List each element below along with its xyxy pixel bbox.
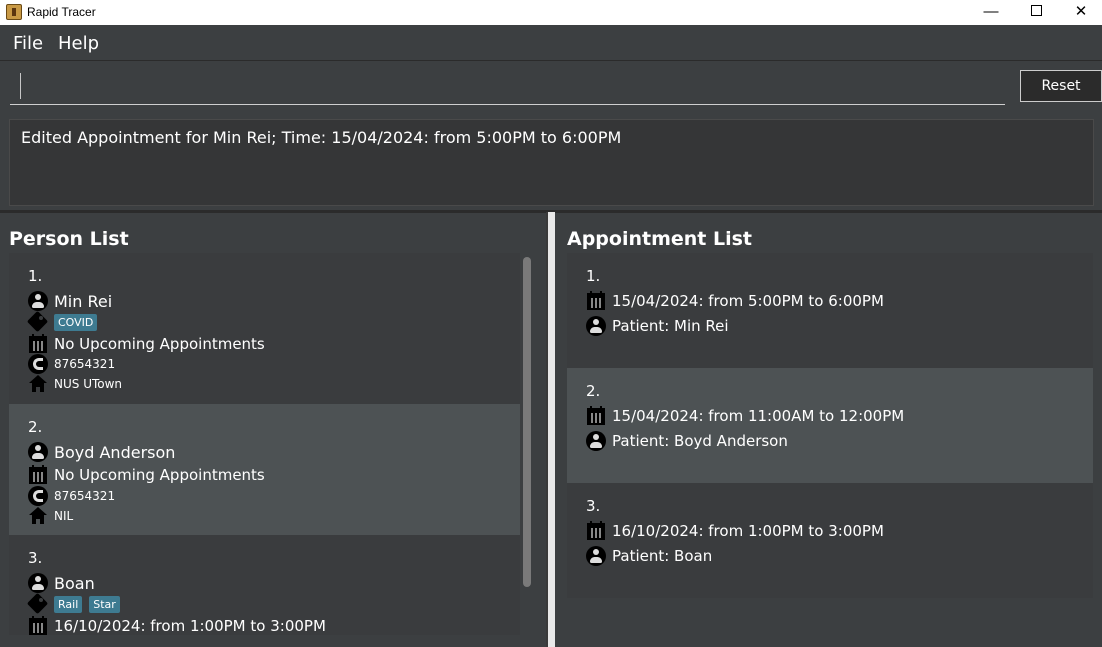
calendar-icon <box>586 521 606 541</box>
person-index: 1. <box>28 267 43 285</box>
person-appointment: No Upcoming Appointments <box>54 466 265 484</box>
minimize-button[interactable]: — <box>968 0 1014 25</box>
appointment-card[interactable]: 3. 16/10/2024: from 1:00PM to 3:00PM Pat… <box>567 483 1093 598</box>
minimize-icon: — <box>983 3 999 20</box>
home-icon <box>28 374 48 394</box>
calendar-icon <box>28 616 48 635</box>
person-icon <box>586 316 606 336</box>
phone-icon <box>28 486 48 506</box>
person-icon <box>586 546 606 566</box>
person-card[interactable]: 2. Boyd Anderson No Upcoming Appointment… <box>9 404 520 535</box>
home-icon <box>28 506 48 526</box>
appointment-list: 1. 15/04/2024: from 5:00PM to 6:00PM Pat… <box>567 253 1093 598</box>
person-list-scrollbar[interactable] <box>520 253 534 635</box>
person-phone: 87654321 <box>54 357 116 371</box>
window-title: Rapid Tracer <box>27 5 96 19</box>
person-name: Min Rei <box>54 291 113 311</box>
person-tag: Star <box>89 595 120 613</box>
maximize-button[interactable] <box>1013 0 1059 25</box>
person-appointment: 16/10/2024: from 1:00PM to 3:00PM <box>54 617 326 635</box>
result-text: Edited Appointment for Min Rei; Time: 15… <box>21 128 622 147</box>
phone-icon <box>28 354 48 374</box>
appointment-index: 3. <box>586 497 601 515</box>
appointment-time: 15/04/2024: from 11:00AM to 12:00PM <box>612 407 905 425</box>
person-appointment: No Upcoming Appointments <box>54 335 265 353</box>
calendar-icon <box>28 334 48 354</box>
person-address: NIL <box>54 509 74 523</box>
person-index: 3. <box>28 549 43 567</box>
scrollbar-thumb[interactable] <box>523 257 531 587</box>
calendar-icon <box>586 291 606 311</box>
tag-icon <box>26 592 49 615</box>
menu-file[interactable]: File <box>13 33 43 54</box>
person-card[interactable]: 1. Min Rei COVID No Upcoming Appointment… <box>9 253 520 404</box>
close-icon: ✕ <box>1074 3 1088 20</box>
text-cursor <box>20 73 21 99</box>
appointment-patient: Patient: Boan <box>612 547 713 565</box>
appointment-index: 2. <box>586 382 601 400</box>
close-button[interactable]: ✕ <box>1058 0 1102 25</box>
appointment-card[interactable]: 1. 15/04/2024: from 5:00PM to 6:00PM Pat… <box>567 253 1093 368</box>
person-phone: 87654321 <box>54 489 116 503</box>
person-list: 1. Min Rei COVID No Upcoming Appointment… <box>9 253 534 635</box>
menu-help[interactable]: Help <box>58 33 99 54</box>
app-logo-icon <box>6 4 22 20</box>
person-icon <box>586 431 606 451</box>
appointment-card[interactable]: 2. 15/04/2024: from 11:00AM to 12:00PM P… <box>567 368 1093 483</box>
person-tag: Rail <box>54 595 83 613</box>
person-card[interactable]: 3. Boan Rail Star 16/10/2024: from 1:00P… <box>9 535 520 635</box>
calendar-icon <box>586 406 606 426</box>
person-list-title: Person List <box>9 228 129 250</box>
appointment-time: 16/10/2024: from 1:00PM to 3:00PM <box>612 522 884 540</box>
command-input[interactable] <box>10 70 1005 105</box>
result-display: Edited Appointment for Min Rei; Time: 15… <box>9 119 1094 206</box>
person-icon <box>28 291 48 311</box>
menu-bar: File Help <box>0 25 1102 61</box>
tag-icon <box>26 310 49 333</box>
person-name: Boyd Anderson <box>54 442 176 462</box>
appointment-time: 15/04/2024: from 5:00PM to 6:00PM <box>612 292 884 310</box>
person-address: NUS UTown <box>54 377 123 391</box>
reset-button[interactable]: Reset <box>1020 70 1102 102</box>
appointment-patient: Patient: Boyd Anderson <box>612 432 788 450</box>
person-name: Boan <box>54 573 95 593</box>
maximize-icon <box>1030 5 1042 17</box>
person-index: 2. <box>28 418 43 436</box>
appointment-index: 1. <box>586 267 601 285</box>
appointment-list-title: Appointment List <box>567 228 752 250</box>
calendar-icon <box>28 465 48 485</box>
title-bar: Rapid Tracer — ✕ <box>0 0 1102 25</box>
person-icon <box>28 442 48 462</box>
person-icon <box>28 573 48 593</box>
person-tag: COVID <box>54 313 98 331</box>
split-pane-divider[interactable] <box>546 212 555 647</box>
appointment-patient: Patient: Min Rei <box>612 317 729 335</box>
